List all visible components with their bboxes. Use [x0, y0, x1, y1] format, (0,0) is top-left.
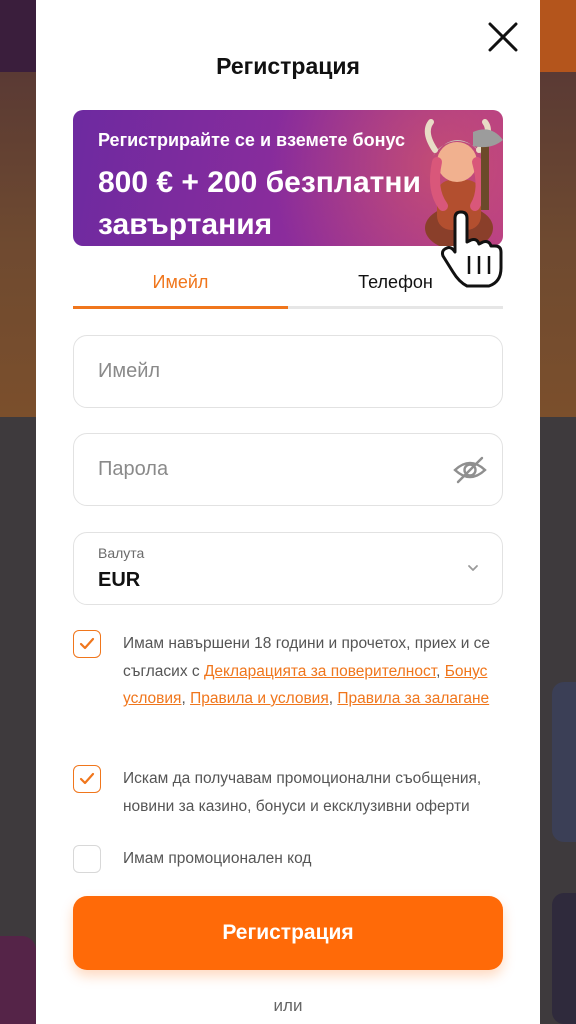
background-card: [552, 893, 576, 1024]
register-button[interactable]: Регистрация: [73, 896, 503, 970]
checkmark-icon: [79, 772, 95, 785]
checkmark-icon: [79, 637, 95, 650]
betting-rules-link[interactable]: Правила за залагане: [337, 690, 489, 707]
currency-value: EUR: [98, 569, 141, 591]
tab-active-indicator: [73, 306, 288, 309]
or-divider-label: или: [273, 996, 303, 1015]
auth-method-tabs: Имейл Телефон: [73, 258, 503, 310]
age-consent-checkbox[interactable]: [73, 630, 101, 658]
separator: ,: [181, 690, 191, 707]
password-field: [73, 433, 503, 506]
background-header-accent: [536, 0, 576, 72]
privacy-policy-link[interactable]: Декларацията за поверителност: [204, 663, 436, 680]
background-card: [0, 936, 36, 1024]
terms-conditions-link[interactable]: Правила и условия: [190, 690, 329, 707]
email-input[interactable]: [98, 336, 438, 407]
currency-select[interactable]: Валута EUR: [73, 532, 503, 605]
promo-messages-checkbox[interactable]: [73, 765, 101, 793]
separator: ,: [436, 662, 445, 680]
promo-code-checkbox[interactable]: [73, 845, 101, 873]
tab-phone[interactable]: Телефон: [288, 258, 503, 310]
chevron-down-icon: [468, 565, 478, 571]
tab-email[interactable]: Имейл: [73, 258, 288, 310]
eye-off-icon[interactable]: [452, 454, 488, 486]
modal-title: Регистрация: [216, 53, 360, 79]
email-field: [73, 335, 503, 408]
age-consent-text: Имам навършени 18 години и прочетох, при…: [123, 630, 503, 713]
background-card: [552, 682, 576, 842]
registration-modal: Регистрация Регистрирайте се и вземете б…: [36, 0, 540, 1024]
promo-messages-text: Искам да получавам промоционални съобщен…: [123, 770, 482, 815]
currency-label: Валута: [98, 545, 145, 561]
banner-subtitle: Регистрирайте се и вземете бонус: [98, 130, 406, 150]
password-input[interactable]: [98, 434, 438, 505]
promo-code-text: Имам промоционален код: [123, 850, 312, 867]
bonus-banner[interactable]: Регистрирайте се и вземете бонус 800 € +…: [73, 110, 503, 288]
